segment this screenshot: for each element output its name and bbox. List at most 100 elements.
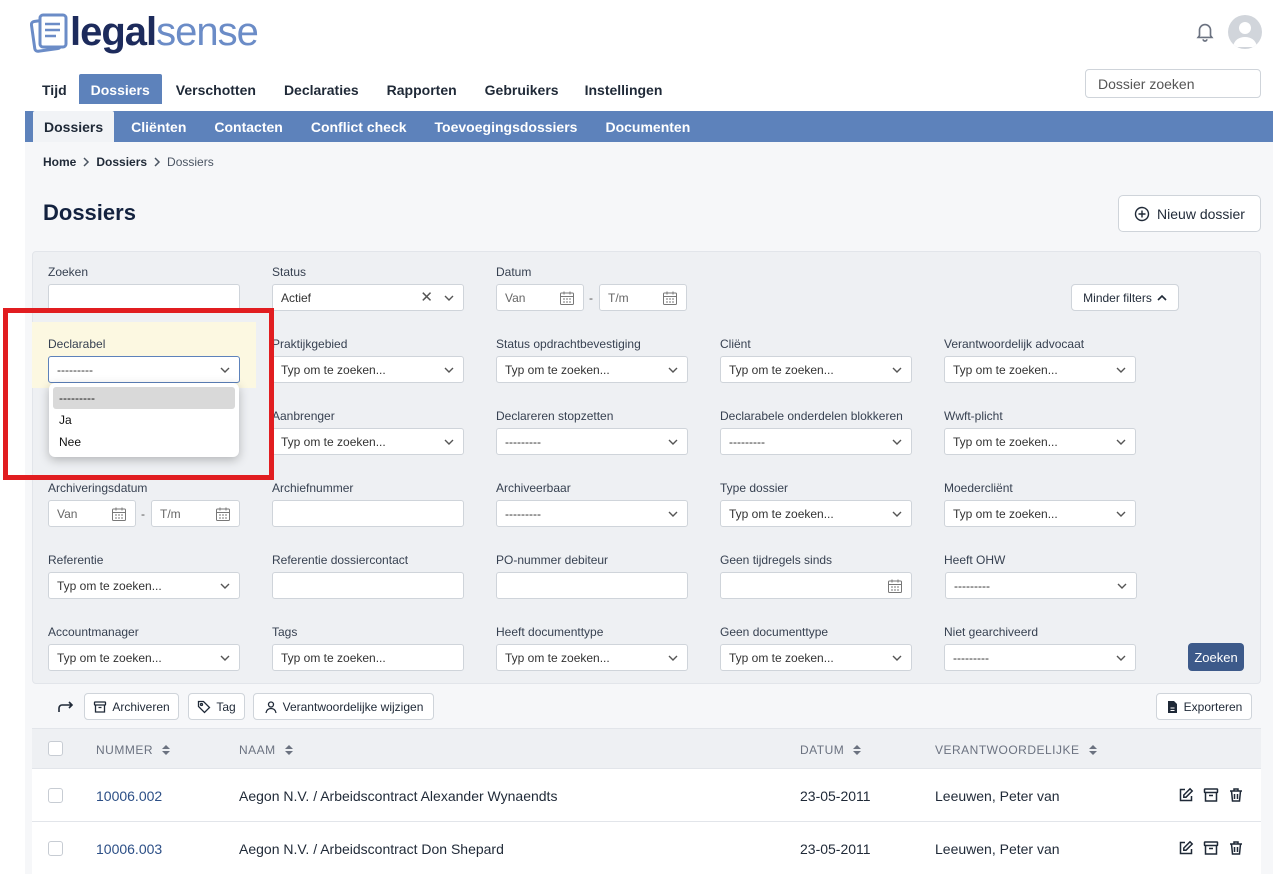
chevron-down-icon: [892, 655, 902, 661]
subtab-documenten[interactable]: Documenten: [594, 111, 701, 142]
calendar-icon[interactable]: [887, 578, 903, 594]
table-row[interactable]: 10006.002 Aegon N.V. / Arbeidscontract A…: [32, 769, 1261, 822]
geen-documenttype-select[interactable]: Typ om te zoeken...: [720, 644, 912, 671]
sort-icon[interactable]: [852, 744, 862, 756]
zoeken-button[interactable]: Zoeken: [1188, 643, 1244, 671]
archive-icon[interactable]: [1203, 840, 1219, 856]
label-praktijkgebied: Praktijkgebied: [272, 337, 348, 351]
exporteren-button[interactable]: Exporteren: [1156, 693, 1252, 720]
type-dossier-select[interactable]: Typ om te zoeken...: [720, 500, 912, 527]
document-logo-icon: [30, 13, 68, 53]
column-header-verantwoordelijke[interactable]: VERANTWOORDELIJKE: [935, 743, 1098, 757]
calendar-icon[interactable]: [111, 506, 127, 522]
heeft-documenttype-select[interactable]: Typ om te zoeken...: [496, 644, 688, 671]
row-nummer[interactable]: 10006.002: [96, 788, 162, 804]
subtab-clienten[interactable]: Cliënten: [120, 111, 197, 142]
tags-value: Typ om te zoeken...: [281, 650, 386, 665]
subtab-toevoegingsdossiers[interactable]: Toevoegingsdossiers: [424, 111, 589, 142]
column-header-naam[interactable]: NAAM: [239, 743, 294, 757]
sort-icon[interactable]: [1088, 744, 1098, 756]
new-dossier-button[interactable]: Nieuw dossier: [1118, 195, 1261, 232]
verantwoordelijke-wijzigen-button[interactable]: Verantwoordelijke wijzigen: [253, 693, 434, 720]
geen-tijdregels-input[interactable]: [720, 572, 912, 599]
datum-tm-placeholder: T/m: [608, 290, 629, 305]
archiveringsdatum-van-input[interactable]: Van: [48, 500, 136, 527]
datum-tm-input[interactable]: T/m: [599, 284, 687, 311]
po-nummer-input[interactable]: [496, 572, 688, 599]
archive-icon[interactable]: [1203, 787, 1219, 803]
sort-icon[interactable]: [161, 744, 171, 756]
subtab-dossiers[interactable]: Dossiers: [33, 111, 115, 142]
tab-gebruikers[interactable]: Gebruikers: [469, 74, 571, 104]
moederclient-select[interactable]: Typ om te zoeken...: [944, 500, 1136, 527]
logo[interactable]: legalsense: [30, 10, 259, 54]
referentie-select[interactable]: Typ om te zoeken...: [48, 572, 240, 599]
redo-arrow-icon[interactable]: [57, 699, 75, 715]
subtab-contacten[interactable]: Contacten: [203, 111, 293, 142]
row-checkbox[interactable]: [48, 788, 63, 803]
trash-icon[interactable]: [1228, 787, 1244, 803]
table-row[interactable]: 10006.003 Aegon N.V. / Arbeidscontract D…: [32, 822, 1261, 874]
select-all-checkbox[interactable]: [48, 741, 63, 756]
avatar[interactable]: [1228, 15, 1262, 49]
referentie-dossiercontact-input[interactable]: [272, 572, 464, 599]
edit-icon[interactable]: [1178, 840, 1194, 856]
heeft-ohw-value: ---------: [954, 578, 990, 593]
status-opdrachtbevestiging-select[interactable]: Typ om te zoeken...: [496, 356, 688, 383]
dossier-search-input[interactable]: [1085, 69, 1261, 98]
niet-gearchiveerd-select[interactable]: ---------: [944, 644, 1136, 671]
status-select[interactable]: Actief ✕: [272, 284, 464, 311]
tab-instellingen[interactable]: Instellingen: [571, 74, 675, 104]
calendar-icon[interactable]: [559, 290, 575, 306]
datum-van-input[interactable]: Van: [496, 284, 584, 311]
tag-button[interactable]: Tag: [188, 693, 245, 720]
zoeken-input[interactable]: [48, 284, 240, 311]
clear-icon[interactable]: ✕: [420, 290, 433, 306]
chevron-down-icon: [668, 655, 678, 661]
accountmanager-select[interactable]: Typ om te zoeken...: [48, 644, 240, 671]
aanbrenger-select[interactable]: Typ om te zoeken...: [272, 428, 464, 455]
tab-verschotten[interactable]: Verschotten: [162, 74, 268, 104]
tags-input[interactable]: Typ om te zoeken...: [272, 644, 464, 671]
minder-filters-button[interactable]: Minder filters: [1071, 284, 1179, 311]
trash-icon[interactable]: [1228, 840, 1244, 856]
row-nummer[interactable]: 10006.003: [96, 841, 162, 857]
column-header-datum[interactable]: DATUM: [800, 743, 862, 757]
chevron-down-icon: [1117, 583, 1127, 589]
praktijkgebied-select[interactable]: Typ om te zoeken...: [272, 356, 464, 383]
calendar-icon[interactable]: [662, 290, 678, 306]
calendar-icon[interactable]: [215, 506, 231, 522]
archiveringsdatum-tm-input[interactable]: T/m: [151, 500, 240, 527]
archiveerbaar-select[interactable]: ---------: [496, 500, 688, 527]
tab-tijd[interactable]: Tijd: [30, 74, 79, 104]
verantwoordelijk-advocaat-select[interactable]: Typ om te zoeken...: [944, 356, 1136, 383]
archiveren-button[interactable]: Archiveren: [84, 693, 179, 720]
label-aanbrenger: Aanbrenger: [272, 409, 335, 423]
tab-rapporten[interactable]: Rapporten: [371, 74, 469, 104]
tab-declaraties[interactable]: Declaraties: [268, 74, 371, 104]
client-select[interactable]: Typ om te zoeken...: [720, 356, 912, 383]
declareren-stopzetten-select[interactable]: ---------: [496, 428, 688, 455]
column-header-nummer[interactable]: NUMMER: [96, 743, 171, 757]
declarabele-onderdelen-blokkeren-select[interactable]: ---------: [720, 428, 912, 455]
verantwoordelijke-wijzigen-label: Verantwoordelijke wijzigen: [282, 699, 424, 714]
subtab-conflict-check[interactable]: Conflict check: [300, 111, 418, 142]
label-tags: Tags: [272, 625, 298, 639]
tab-dossiers[interactable]: Dossiers: [78, 74, 162, 104]
bell-icon[interactable]: [1194, 20, 1216, 42]
verantwoordelijk-advocaat-value: Typ om te zoeken...: [953, 362, 1058, 377]
archiveringsdatum-van-placeholder: Van: [57, 506, 78, 521]
breadcrumb-home[interactable]: Home: [43, 155, 76, 169]
archiefnummer-input[interactable]: [272, 500, 464, 527]
chevron-right-icon: [83, 157, 90, 167]
breadcrumb-dossiers[interactable]: Dossiers: [96, 155, 147, 169]
row-checkbox[interactable]: [48, 841, 63, 856]
page-title: Dossiers: [43, 200, 136, 225]
heeft-ohw-select[interactable]: ---------: [945, 572, 1137, 599]
sub-nav: Dossiers Cliënten Contacten Conflict che…: [25, 111, 1273, 142]
label-referentie: Referentie: [48, 553, 104, 567]
praktijkgebied-value: Typ om te zoeken...: [281, 362, 386, 377]
sort-icon[interactable]: [284, 744, 294, 756]
wwft-plicht-select[interactable]: Typ om te zoeken...: [944, 428, 1136, 455]
edit-icon[interactable]: [1178, 787, 1194, 803]
